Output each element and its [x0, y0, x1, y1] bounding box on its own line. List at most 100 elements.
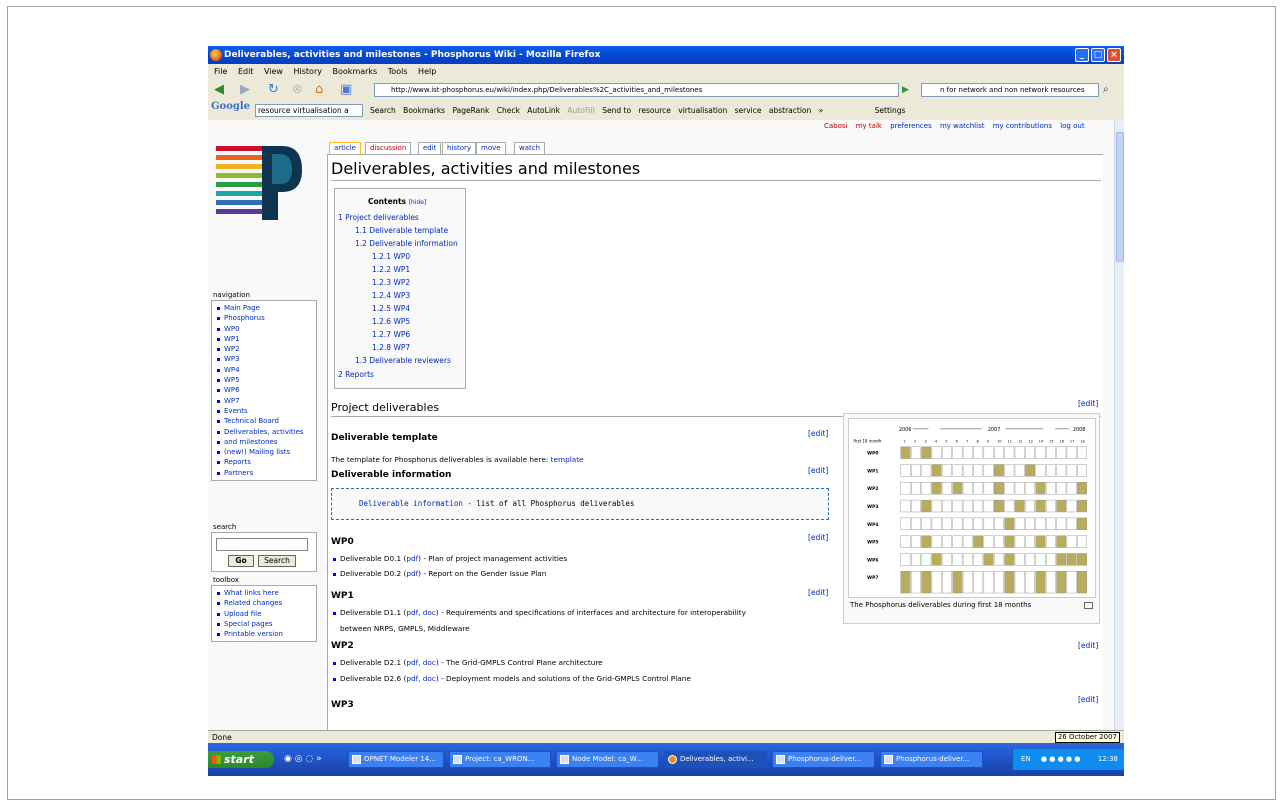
start-button[interactable]: start: [208, 751, 274, 768]
forward-icon[interactable]: ▶: [240, 83, 250, 97]
close-button[interactable]: ×: [1107, 48, 1121, 62]
toc-item[interactable]: 1.2.7 WP6: [372, 330, 410, 339]
toc-item[interactable]: 2 Reports: [338, 370, 374, 379]
my-contributions-link[interactable]: my contributions: [993, 122, 1052, 130]
nav-deliverables[interactable]: Deliverables, activities: [216, 427, 314, 437]
nav-events[interactable]: Events: [216, 406, 314, 416]
toc-item[interactable]: 1.2.5 WP4: [372, 304, 410, 313]
tab-edit[interactable]: edit: [418, 142, 442, 154]
home-icon[interactable]: ⌂: [315, 83, 323, 97]
nav-wp6[interactable]: WP6: [216, 385, 314, 395]
enlarge-icon[interactable]: [1084, 602, 1093, 609]
nav-wp7[interactable]: WP7: [216, 396, 314, 406]
language-indicator[interactable]: EN: [1021, 755, 1031, 763]
google-search-input[interactable]: resource virtualisation a: [255, 104, 363, 117]
back-icon[interactable]: ◀: [214, 83, 224, 97]
url-input[interactable]: http://www.ist-phosphorus.eu/wiki/index.…: [374, 83, 899, 97]
nav-deliverables-cont[interactable]: and milestones: [216, 437, 314, 447]
tab-move[interactable]: move: [476, 142, 506, 154]
template-link[interactable]: template: [551, 455, 584, 464]
menu-bookmarks[interactable]: Bookmarks: [333, 67, 378, 76]
tool-upload-file[interactable]: Upload file: [216, 609, 314, 619]
pdf-doc-link[interactable]: pdf, doc: [406, 658, 436, 667]
nav-wp1[interactable]: WP1: [216, 334, 314, 344]
menu-history[interactable]: History: [294, 67, 322, 76]
go-button[interactable]: Go: [228, 555, 254, 567]
taskbar-button[interactable]: OPNET Modeler 14...: [348, 751, 444, 768]
my-watchlist-link[interactable]: my watchlist: [940, 122, 985, 130]
menu-view[interactable]: View: [264, 67, 283, 76]
google-check-button[interactable]: Check: [497, 106, 520, 115]
tray-icons[interactable]: ● ● ● ● ●: [1041, 755, 1080, 763]
nav-wp5[interactable]: WP5: [216, 375, 314, 385]
google-autolink-button[interactable]: AutoLink: [527, 106, 560, 115]
my-talk-link[interactable]: my talk: [856, 122, 882, 130]
google-search-button[interactable]: Search: [370, 106, 396, 115]
taskbar-button[interactable]: Node Model: ca_W...: [556, 751, 659, 768]
tab-watch[interactable]: watch: [514, 142, 546, 154]
toc-hide-link[interactable]: [hide]: [409, 199, 427, 206]
menu-edit[interactable]: Edit: [238, 67, 254, 76]
reload-icon[interactable]: ↻: [268, 83, 279, 97]
google-sendto-button[interactable]: Send to: [602, 106, 631, 115]
toc-item[interactable]: 1.2 Deliverable information: [355, 239, 458, 248]
toc-item[interactable]: 1.2.8 WP7: [372, 343, 410, 352]
edit-link[interactable]: [edit]: [1078, 399, 1098, 408]
new-tab-icon[interactable]: ▣: [340, 83, 352, 97]
pdf-link[interactable]: pdf: [406, 554, 418, 563]
nav-wp2[interactable]: WP2: [216, 344, 314, 354]
nav-phosphorus[interactable]: Phosphorus: [216, 313, 314, 323]
go-arrow-icon[interactable]: ▶: [902, 83, 909, 97]
google-service-button[interactable]: service: [735, 106, 762, 115]
taskbar-button[interactable]: Phosphorus-deliver...: [880, 751, 983, 768]
tab-article[interactable]: article: [329, 142, 361, 154]
toc-item[interactable]: 1.2.1 WP0: [372, 252, 410, 261]
nav-technical-board[interactable]: Technical Board: [216, 416, 314, 426]
nav-main-page[interactable]: Main Page: [216, 303, 314, 313]
google-autofill-button[interactable]: AutoFill: [567, 106, 594, 115]
toc-item[interactable]: 1.2.4 WP3: [372, 291, 410, 300]
toc-item[interactable]: 1.1 Deliverable template: [355, 226, 448, 235]
toc-item[interactable]: 1.2.6 WP5: [372, 317, 410, 326]
edit-link[interactable]: [edit]: [808, 466, 828, 475]
phosphorus-logo[interactable]: [216, 142, 304, 224]
nav-wp4[interactable]: WP4: [216, 365, 314, 375]
web-search-input[interactable]: n for network and non network resources: [921, 83, 1099, 97]
nav-wp0[interactable]: WP0: [216, 324, 314, 334]
quicklaunch-icons[interactable]: ◉ ◎ ◌ »: [284, 754, 322, 764]
taskbar-button-active[interactable]: Deliverables, activi...: [664, 751, 767, 768]
nav-reports[interactable]: Reports: [216, 457, 314, 467]
deliverables-timeline-image[interactable]: 2006 2007 2008 first 18 month 1234567891…: [848, 418, 1096, 598]
taskbar-button[interactable]: Project: ca_WRON...: [449, 751, 551, 768]
tool-special-pages[interactable]: Special pages: [216, 619, 314, 629]
scrollbar-thumb[interactable]: [1116, 132, 1124, 262]
pdf-link[interactable]: pdf: [406, 569, 418, 578]
edit-link[interactable]: [edit]: [1078, 641, 1098, 650]
pdf-doc-link[interactable]: pdf, doc: [406, 608, 436, 617]
preferences-link[interactable]: preferences: [890, 122, 932, 130]
search-icon[interactable]: ⌕: [1103, 83, 1109, 97]
edit-link[interactable]: [edit]: [808, 588, 828, 597]
toc-item[interactable]: 1.2.3 WP2: [372, 278, 410, 287]
nav-partners[interactable]: Partners: [216, 468, 314, 478]
tool-related-changes[interactable]: Related changes: [216, 598, 314, 608]
taskbar-button[interactable]: Phosphorus-deliver...: [772, 751, 875, 768]
log-out-link[interactable]: log out: [1060, 122, 1084, 130]
deliverable-information-link[interactable]: Deliverable information: [359, 499, 463, 508]
maximize-button[interactable]: □: [1091, 48, 1105, 62]
edit-link[interactable]: [edit]: [1078, 695, 1098, 704]
google-virtualisation-button[interactable]: virtualisation: [678, 106, 727, 115]
google-resource-button[interactable]: resource: [638, 106, 670, 115]
wiki-search-input[interactable]: [216, 538, 308, 551]
vertical-scrollbar[interactable]: [1114, 120, 1124, 730]
menu-file[interactable]: File: [214, 67, 227, 76]
google-settings-button[interactable]: Settings: [875, 106, 906, 115]
minimize-button[interactable]: _: [1075, 48, 1089, 62]
nav-mailing-lists[interactable]: (new!) Mailing lists: [216, 447, 314, 457]
google-more-button[interactable]: »: [819, 106, 824, 115]
tool-what-links-here[interactable]: What links here: [216, 588, 314, 598]
stop-icon[interactable]: ⊗: [292, 83, 303, 97]
nav-wp3[interactable]: WP3: [216, 354, 314, 364]
menu-tools[interactable]: Tools: [388, 67, 408, 76]
edit-link[interactable]: [edit]: [808, 533, 828, 542]
